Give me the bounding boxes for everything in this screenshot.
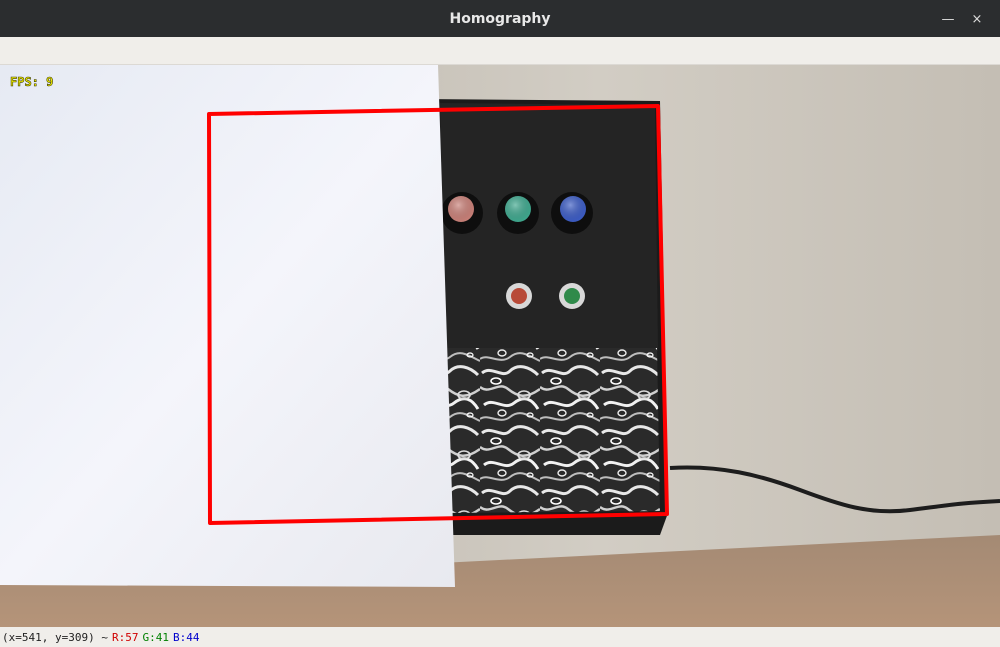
status-blue-value: B:44 [172, 630, 200, 644]
paper-sheet [0, 65, 455, 587]
title-bar: Homography — × [0, 0, 1000, 37]
close-icon[interactable]: × [966, 8, 988, 30]
button-red [506, 283, 532, 309]
fps-label: FPS: 9 [10, 75, 53, 89]
minimize-icon[interactable]: — [937, 8, 959, 30]
knob-green [497, 192, 539, 234]
status-coords: (x=541, y=309) ~ [2, 630, 108, 644]
marble-panel [442, 348, 660, 513]
image-canvas[interactable]: FPS: 9 [0, 65, 1000, 627]
camera-frame[interactable]: FPS: 9 [0, 65, 1000, 627]
status-green-value: G:41 [142, 630, 169, 644]
status-red-value: R:57 [111, 630, 139, 644]
status-bar: (x=541, y=309) ~ R:57 G:41 B:44 [0, 627, 1000, 647]
button-green [559, 283, 585, 309]
knob-red [441, 192, 483, 234]
knob-blue [551, 192, 593, 234]
window-title: Homography [449, 10, 551, 27]
toolbar [0, 37, 1000, 65]
